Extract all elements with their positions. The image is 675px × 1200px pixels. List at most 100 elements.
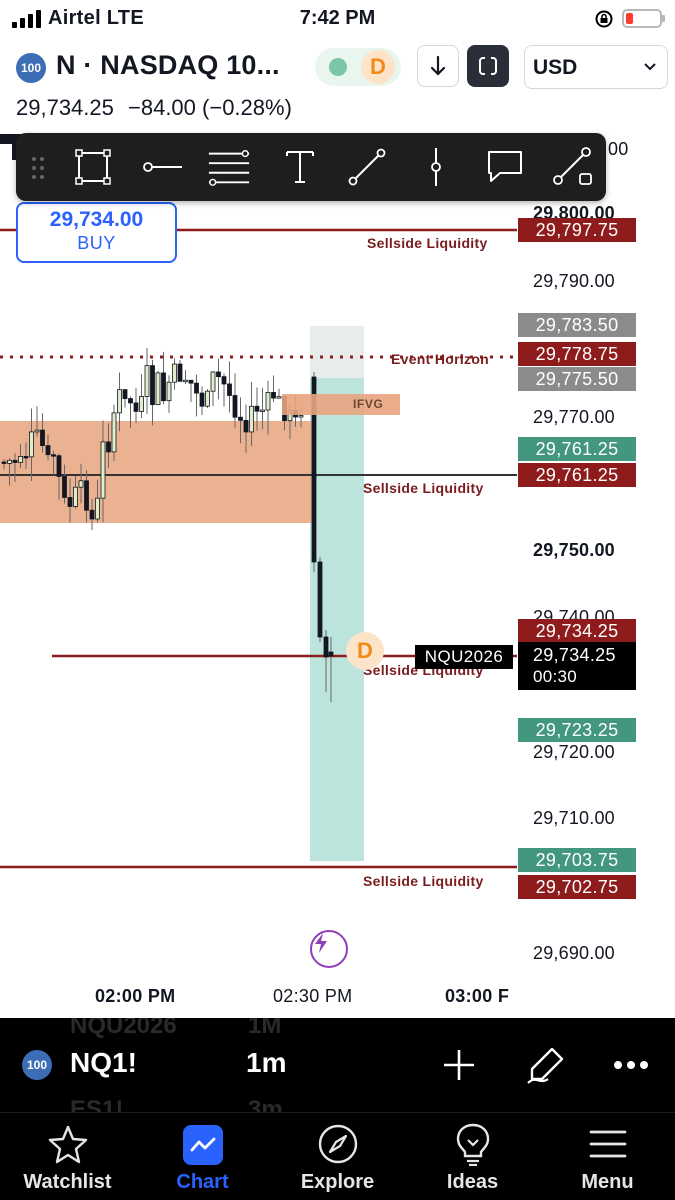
candle-up: [249, 405, 254, 433]
candle-down: [1, 461, 7, 464]
price-tag-green-3: 29,703.75: [518, 848, 636, 872]
star-icon: [47, 1123, 89, 1165]
more-options-button[interactable]: [610, 1044, 652, 1086]
drawing-tools-button[interactable]: [525, 1044, 567, 1086]
symbol-bar: NQU2026 1M ES1! 3m 100 NQ1! 1m: [0, 1018, 675, 1112]
dividend-marker[interactable]: D: [346, 632, 384, 670]
price-tag-green-2: 29,723.25: [518, 718, 636, 742]
candle-up: [155, 372, 161, 406]
event-horizon-label: Event Horizon: [391, 351, 490, 367]
short-stop-zone: [310, 326, 364, 378]
candle-up: [166, 381, 172, 402]
candle-up: [78, 480, 84, 488]
candle-down: [243, 419, 249, 433]
timeframe-selector[interactable]: 1m: [246, 1047, 286, 1079]
candle-down: [238, 416, 243, 421]
sellside-label-4: Sellside Liquidity: [363, 873, 484, 889]
currency-select[interactable]: USD: [524, 45, 668, 89]
trend-line-icon: [348, 148, 386, 186]
time-label-2: 03:00 F: [445, 986, 510, 1006]
tab-explore[interactable]: Explore: [270, 1113, 405, 1200]
time-label-1: 02:30 PM: [273, 986, 353, 1006]
tab-menu[interactable]: Menu: [540, 1113, 675, 1200]
candle-up: [7, 459, 12, 464]
status-time: 7:42 PM: [299, 7, 376, 29]
candle-up: [144, 365, 150, 397]
candle-down: [323, 636, 329, 658]
ifvg-label: IFVG: [353, 397, 384, 411]
rectangle-icon: [75, 149, 111, 185]
symbol-title[interactable]: N · NASDAQ 10...: [56, 50, 280, 81]
price-summary: 29,734.25 −84.00 (−0.28%): [16, 95, 292, 121]
tab-menu-label: Menu: [581, 1171, 634, 1193]
candle-down: [199, 392, 205, 407]
symbol-price-tag: NQU2026: [415, 645, 513, 669]
candle-down: [40, 429, 45, 447]
buy-order-button[interactable]: 29,734.00 BUY: [16, 202, 177, 263]
path-tool[interactable]: [550, 145, 594, 189]
candle-up: [139, 396, 144, 412]
drawing-toolbar: [16, 133, 606, 201]
candle-down: [177, 363, 183, 382]
vertical-line-icon: [431, 148, 441, 186]
arrow-down-button[interactable]: [417, 45, 459, 87]
chart-icon: [183, 1125, 223, 1165]
sellside-label-2: Sellside Liquidity: [363, 480, 484, 496]
candle-down: [23, 456, 29, 459]
candle-up: [260, 409, 265, 412]
chevron-down-icon: [644, 63, 656, 71]
pen-icon: [527, 1047, 564, 1084]
ghost-row-symbol-2: ES1!: [70, 1096, 124, 1112]
price-tag-red-3: 29,702.75: [518, 875, 636, 899]
buy-label: BUY: [77, 233, 116, 253]
candle-down: [122, 389, 128, 399]
market-status-pill[interactable]: D: [315, 48, 401, 86]
drag-handle-icon[interactable]: [30, 155, 46, 181]
plus-icon: [444, 1050, 474, 1080]
tab-explore-label: Explore: [300, 1171, 375, 1193]
current-price: 29,734.25: [533, 645, 616, 665]
candle-down: [89, 509, 95, 520]
rectangle-tool[interactable]: [71, 145, 115, 189]
candle-down: [45, 445, 51, 456]
market-open-icon: [329, 58, 347, 76]
tab-chart[interactable]: Chart: [135, 1113, 270, 1200]
horizontal-ray-tool[interactable]: [141, 145, 185, 189]
candle-down: [227, 383, 232, 396]
sellside-label-1: Sellside Liquidity: [367, 235, 488, 251]
horizontal-ray-icon: [143, 162, 182, 172]
time-label-0: 02:00 PM: [95, 986, 176, 1006]
tab-ideas[interactable]: Ideas: [405, 1113, 540, 1200]
candle-up: [210, 371, 216, 392]
callout-tool[interactable]: [483, 145, 527, 189]
fib-retracement-tool[interactable]: [207, 145, 251, 189]
candle-down: [221, 376, 227, 385]
candle-down: [232, 395, 238, 418]
tab-watchlist[interactable]: Watchlist: [0, 1113, 135, 1200]
symbol-selector[interactable]: NQ1!: [70, 1047, 137, 1079]
flash-event-button[interactable]: [310, 930, 348, 968]
arrow-down-icon: [430, 55, 446, 76]
price-change: −84.00 (−0.28%): [128, 95, 292, 120]
trend-line-tool[interactable]: [345, 145, 389, 189]
price-tag-red-2: 29,734.25: [518, 619, 636, 643]
add-button[interactable]: [438, 1044, 480, 1086]
vertical-line-tool[interactable]: [414, 145, 458, 189]
fib-levels-icon: [208, 150, 250, 186]
ellipsis-icon: [614, 1061, 648, 1069]
candle-up: [265, 391, 271, 411]
candle-down: [271, 391, 276, 399]
currency-value: USD: [533, 56, 578, 79]
tab-watchlist-label: Watchlist: [23, 1171, 112, 1193]
text-tool[interactable]: [278, 145, 322, 189]
status-bar: Airtel LTE 7:42 PM: [0, 0, 675, 38]
fullscreen-button[interactable]: [467, 45, 509, 87]
candle-up: [29, 431, 34, 458]
price-tag-sellside-1: 29,797.75: [518, 218, 636, 242]
candle-down: [56, 455, 62, 477]
fvg-zone: [0, 421, 316, 523]
symbol-badge: 100: [16, 53, 46, 83]
chart-area[interactable]: 00 29,800.00 29,790.00 29,770.00 29,750.…: [0, 132, 675, 1018]
axis-label-6: 29,720.00: [533, 742, 615, 762]
text-icon: [286, 151, 314, 183]
